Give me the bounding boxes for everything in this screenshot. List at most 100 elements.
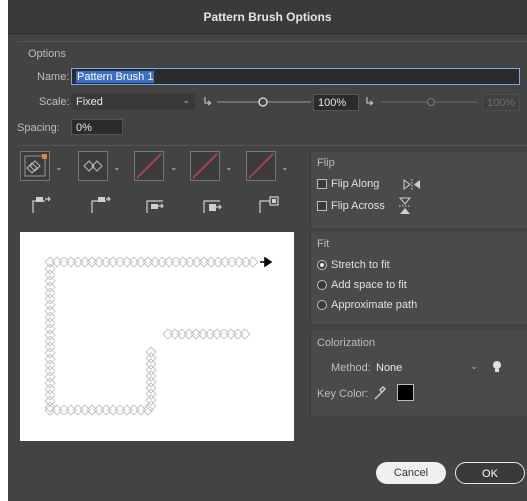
side-tile[interactable] xyxy=(20,151,50,181)
pattern-diamond xyxy=(145,394,157,406)
flip-along-checkbox[interactable] xyxy=(317,179,327,189)
pattern-diamond xyxy=(156,256,168,268)
pattern-diamond xyxy=(44,305,56,317)
pattern-diamond xyxy=(135,404,147,416)
flip-across-icon xyxy=(398,197,412,214)
pattern-diamond xyxy=(239,328,251,340)
pattern-diamond xyxy=(232,328,244,340)
cancel-button[interactable]: Cancel xyxy=(376,462,446,484)
pattern-diamond xyxy=(44,281,56,293)
start-tile[interactable] xyxy=(190,151,220,181)
side-tile-chevron-icon[interactable]: ⌄ xyxy=(55,162,63,173)
pattern-diamond xyxy=(149,256,161,268)
pattern-diamond xyxy=(86,404,98,416)
stretch-to-fit-label[interactable]: Stretch to fit xyxy=(331,259,390,271)
method-label: Method: xyxy=(331,362,371,374)
end-tile-type-icon xyxy=(259,196,279,213)
pattern-diamond xyxy=(247,256,259,268)
flip-along-label[interactable]: Flip Along xyxy=(331,178,379,190)
scale-select-value: Fixed xyxy=(76,96,103,108)
pattern-diamond xyxy=(79,404,91,416)
pattern-diamond xyxy=(44,293,56,305)
options-header: Options xyxy=(28,48,66,60)
approximate-path-label[interactable]: Approximate path xyxy=(331,299,417,311)
ok-button[interactable]: OK xyxy=(455,462,525,484)
method-select[interactable]: None ⌄ xyxy=(371,359,483,376)
pattern-diamond xyxy=(58,404,70,416)
inner-corner-type-icon xyxy=(146,200,164,213)
pattern-diamond xyxy=(145,346,157,358)
pattern-diamond xyxy=(211,328,223,340)
pattern-diamond xyxy=(44,401,56,413)
stretch-to-fit-radio[interactable] xyxy=(317,260,327,270)
inner-corner-tile-chevron-icon[interactable]: ⌄ xyxy=(170,162,178,173)
pattern-diamond xyxy=(44,311,56,323)
outer-corner-tile[interactable] xyxy=(78,151,108,181)
scale-select[interactable]: Fixed ⌄ xyxy=(71,93,195,110)
add-space-label[interactable]: Add space to fit xyxy=(331,279,407,291)
pattern-diamond xyxy=(145,352,157,364)
pattern-diamond xyxy=(176,328,188,340)
pattern-diamond xyxy=(58,256,70,268)
pattern-diamond xyxy=(145,388,157,400)
pattern-diamond xyxy=(225,328,237,340)
dialog-title: Pattern Brush Options xyxy=(203,10,332,24)
pattern-diamond xyxy=(65,404,77,416)
add-space-radio[interactable] xyxy=(317,280,327,290)
pattern-diamond xyxy=(145,358,157,370)
pattern-diamond xyxy=(107,404,119,416)
key-color-swatch[interactable] xyxy=(397,384,414,401)
scale-label: Scale: xyxy=(39,96,70,108)
pattern-diamond xyxy=(44,371,56,383)
pattern-diamond xyxy=(44,263,56,275)
pattern-diamond xyxy=(145,364,157,376)
end-tile-preview-icon xyxy=(248,153,274,179)
pattern-diamond xyxy=(100,256,112,268)
outer-corner-tile-chevron-icon[interactable]: ⌄ xyxy=(113,162,121,173)
scale-slider-thumb[interactable] xyxy=(258,97,268,107)
start-tile-type-icon xyxy=(203,200,222,213)
pattern-diamond xyxy=(177,256,189,268)
side-tile-type-icon xyxy=(32,196,51,213)
pattern-diamond xyxy=(44,377,56,389)
scale-slider[interactable] xyxy=(203,94,313,110)
pattern-diamond xyxy=(93,256,105,268)
scale-percent-input[interactable]: 100% xyxy=(313,94,359,111)
tips-lightbulb-icon[interactable] xyxy=(491,359,503,375)
pattern-diamond xyxy=(44,275,56,287)
spacing-input[interactable]: 0% xyxy=(71,119,123,135)
scale-max-slider xyxy=(366,97,477,106)
pattern-diamond xyxy=(142,256,154,268)
pattern-diamond xyxy=(44,383,56,395)
scale-slider-icon xyxy=(204,97,212,106)
pattern-diamond xyxy=(44,329,56,341)
flip-across-checkbox[interactable] xyxy=(317,201,327,211)
pattern-diamond xyxy=(79,256,91,268)
pattern-diamond xyxy=(145,376,157,388)
pattern-diamond xyxy=(190,328,202,340)
pattern-diamond xyxy=(86,256,98,268)
pattern-diamond xyxy=(72,256,84,268)
options-bottom-divider xyxy=(18,145,527,146)
pattern-diamond xyxy=(44,256,56,268)
pattern-diamond xyxy=(128,256,140,268)
start-tile-chevron-icon[interactable]: ⌄ xyxy=(225,162,233,173)
options-divider xyxy=(18,41,527,42)
end-tile[interactable] xyxy=(246,151,276,181)
colorization-header: Colorization xyxy=(317,337,376,349)
pattern-diamond xyxy=(226,256,238,268)
path-direction-arrow-icon xyxy=(260,256,273,268)
pattern-diamond xyxy=(240,256,252,268)
eyedropper-icon[interactable] xyxy=(373,385,387,401)
pattern-diamond xyxy=(145,370,157,382)
pattern-diamond xyxy=(44,365,56,377)
pattern-brush-options-dialog: Pattern Brush Options Options Name: Patt… xyxy=(8,0,527,501)
approximate-path-radio[interactable] xyxy=(317,300,327,310)
inner-corner-tile[interactable] xyxy=(134,151,164,181)
pattern-diamond xyxy=(169,328,181,340)
end-tile-chevron-icon[interactable]: ⌄ xyxy=(281,162,289,173)
pattern-diamond xyxy=(219,256,231,268)
name-input[interactable]: Pattern Brush 1 xyxy=(71,68,520,85)
flip-across-label[interactable]: Flip Across xyxy=(331,200,385,212)
pattern-diamond xyxy=(121,256,133,268)
